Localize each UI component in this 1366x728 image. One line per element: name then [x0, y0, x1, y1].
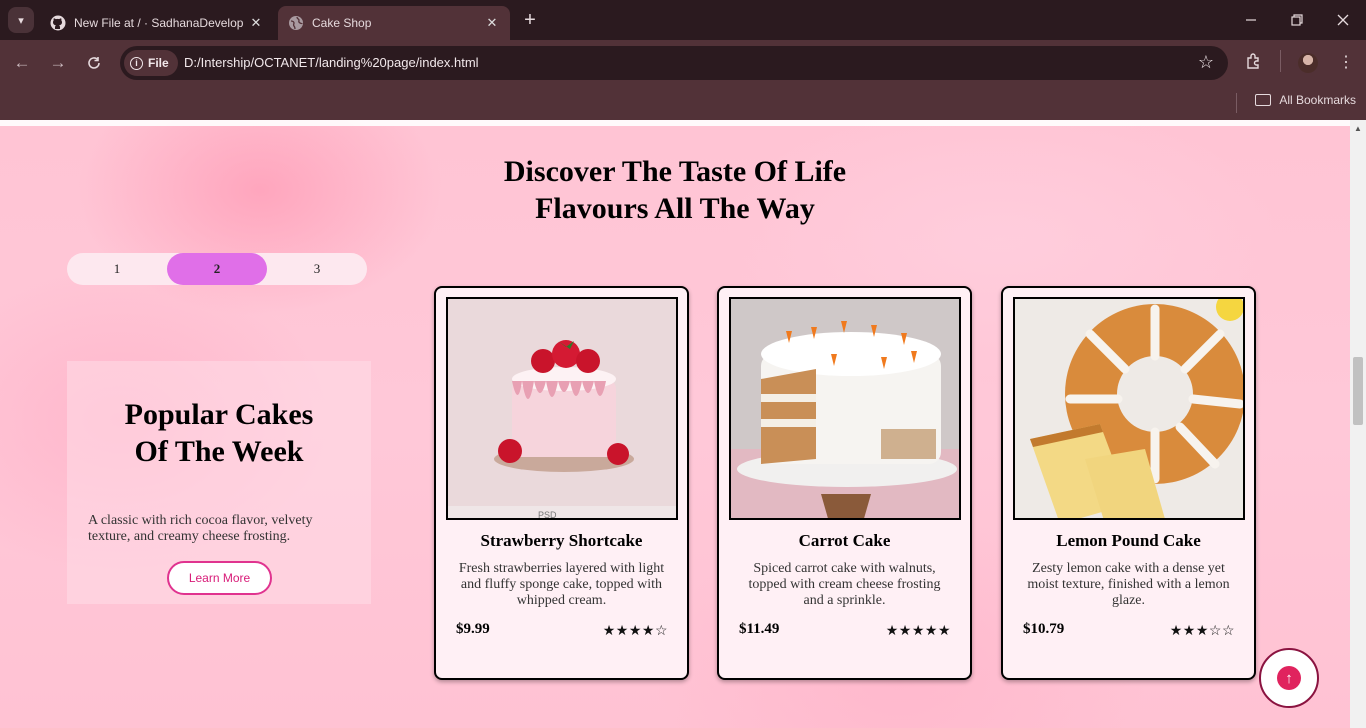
rating-stars: ★★★☆☆ — [1169, 622, 1235, 638]
cake-card-lemon[interactable]: Lemon Pound Cake Zesty lemon cake with a… — [1001, 286, 1256, 680]
github-icon — [50, 15, 66, 31]
page-top-edge — [0, 120, 1350, 126]
globe-icon — [288, 15, 304, 31]
cake-description: Zesty lemon cake with a dense yet moist … — [1027, 561, 1230, 608]
cake-image: PSD — [446, 297, 678, 520]
menu-icon[interactable]: ⋮ — [1338, 52, 1354, 72]
back-arrow-icon[interactable]: ← — [9, 50, 35, 76]
profile-avatar[interactable] — [1298, 53, 1318, 73]
carousel-pager: 1 2 3 — [67, 253, 367, 285]
scroll-up-icon[interactable]: ▲ — [1354, 124, 1362, 133]
watermark-text: PSD — [538, 510, 557, 520]
back-to-top-button[interactable]: ↑ — [1259, 648, 1319, 708]
browser-toolbar: ← → i File D:/Intership/OCTANET/landing%… — [0, 40, 1366, 86]
close-icon[interactable]: ✕ — [248, 15, 264, 31]
promo-description: A classic with rich cocoa flavor, velvet… — [88, 513, 313, 544]
site-info-chip[interactable]: i File — [124, 50, 178, 76]
forward-arrow-icon[interactable]: → — [45, 50, 71, 76]
arrow-up-icon: ↑ — [1277, 666, 1301, 690]
restore-button[interactable] — [1274, 0, 1320, 40]
tab-bar: ▾ New File at / · SadhanaDevelop ✕ Cake … — [0, 0, 1366, 40]
bookmark-star-icon[interactable]: ☆ — [1198, 52, 1214, 73]
cake-image — [1013, 297, 1245, 520]
toolbar-divider — [1280, 50, 1281, 72]
promo-title-line-1: Popular Cakes — [124, 398, 314, 431]
promo-title: Popular Cakes Of The Week — [67, 396, 371, 470]
address-bar[interactable]: i File D:/Intership/OCTANET/landing%20pa… — [120, 46, 1228, 80]
rating-stars: ★★★★☆ — [602, 622, 668, 638]
bookmarks-divider — [1236, 93, 1237, 113]
cake-description: Spiced carrot cake with walnuts, topped … — [748, 561, 941, 608]
tab-cake-shop[interactable]: Cake Shop ✕ — [278, 6, 510, 40]
tab-title: New File at / · SadhanaDevelop — [74, 16, 244, 30]
close-icon[interactable]: ✕ — [484, 15, 500, 31]
close-window-button[interactable] — [1320, 0, 1366, 40]
cake-name: Strawberry Shortcake — [480, 531, 643, 550]
cake-description: Fresh strawberries layered with light an… — [458, 561, 665, 608]
all-bookmarks-button[interactable]: All Bookmarks — [1255, 93, 1356, 107]
tab-github[interactable]: New File at / · SadhanaDevelop ✕ — [40, 6, 274, 40]
tab-title: Cake Shop — [312, 16, 372, 30]
cake-card-strawberry[interactable]: PSD Strawberry Shortcake Fresh strawberr… — [434, 286, 689, 680]
rating-stars: ★★★★★ — [885, 622, 951, 638]
promo-panel: Popular Cakes Of The Week A classic with… — [67, 361, 371, 604]
chip-label: File — [148, 56, 169, 70]
cake-price: $11.49 — [739, 621, 780, 637]
pager-button-1[interactable]: 1 — [67, 253, 167, 285]
folder-icon — [1255, 94, 1272, 106]
cake-image — [729, 297, 961, 520]
pager-button-2[interactable]: 2 — [167, 253, 267, 285]
cake-name: Lemon Pound Cake — [1056, 531, 1201, 550]
cake-price: $10.79 — [1023, 621, 1065, 637]
minimize-button[interactable] — [1228, 0, 1274, 40]
extensions-icon[interactable] — [1245, 52, 1263, 75]
learn-more-button[interactable]: Learn More — [167, 561, 272, 595]
tab-search-button[interactable]: ▾ — [8, 7, 34, 33]
bookmarks-bar: All Bookmarks — [0, 86, 1366, 120]
reload-icon[interactable] — [81, 50, 107, 76]
cake-card-carrot[interactable]: Carrot Cake Spiced carrot cake with waln… — [717, 286, 972, 680]
scroll-thumb[interactable] — [1353, 357, 1363, 425]
promo-title-line-2: Of The Week — [134, 435, 304, 468]
info-icon: i — [130, 56, 143, 70]
page-content: Discover The Taste Of Life Flavours All … — [0, 120, 1350, 728]
heading-line-1: Discover The Taste Of Life — [503, 155, 847, 188]
url-text[interactable]: D:/Intership/OCTANET/landing%20page/inde… — [184, 55, 479, 70]
cake-price: $9.99 — [456, 621, 490, 637]
all-bookmarks-label: All Bookmarks — [1279, 93, 1356, 107]
new-tab-button[interactable]: + — [518, 9, 542, 33]
section-heading: Discover The Taste Of Life Flavours All … — [0, 153, 1350, 227]
cake-name: Carrot Cake — [798, 531, 891, 550]
pager-button-3[interactable]: 3 — [267, 253, 367, 285]
heading-line-2: Flavours All The Way — [535, 192, 815, 225]
page-scrollbar[interactable]: ▲ — [1350, 120, 1366, 728]
